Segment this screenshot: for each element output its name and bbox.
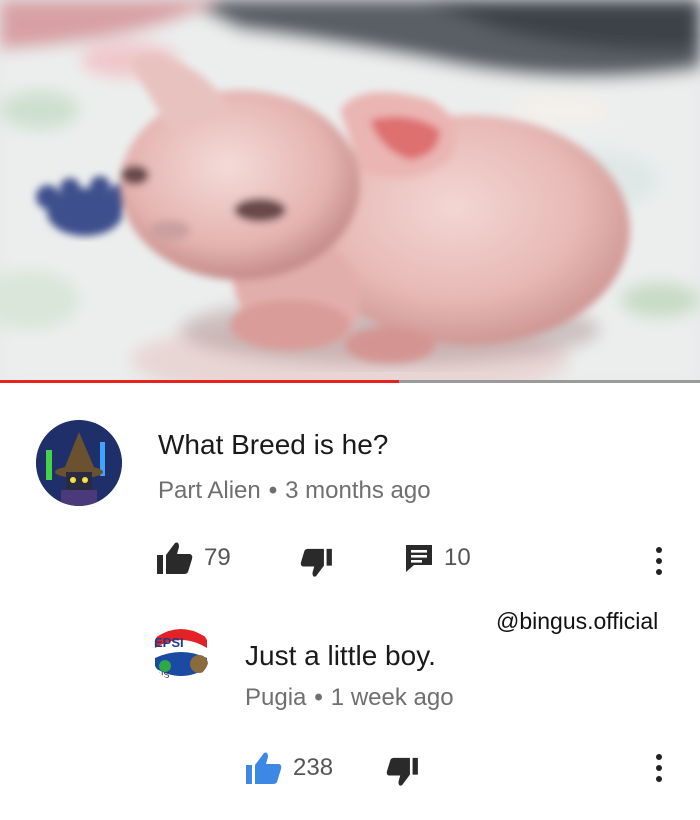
reply-author[interactable]: Pugia bbox=[245, 684, 306, 711]
pepsi-logo-avatar-icon[interactable]: EPSI OIS bbox=[152, 624, 210, 682]
like-button-active[interactable]: 238 bbox=[245, 751, 333, 785]
reply-like-count: 238 bbox=[293, 754, 334, 781]
separator-dot: • bbox=[268, 477, 278, 504]
svg-text:EPSI: EPSI bbox=[154, 635, 184, 650]
comment-reply: EPSI OIS Just a little boy. Pugia • 1 week… bbox=[0, 600, 700, 820]
comment-author[interactable]: Part Alien bbox=[158, 477, 261, 504]
comment-thread: What Breed is he? Part Alien • 3 months ag… bbox=[0, 385, 700, 595]
video-progress-bar[interactable] bbox=[0, 380, 700, 383]
more-options-icon[interactable] bbox=[652, 547, 666, 581]
reply-button[interactable]: 10 bbox=[404, 543, 471, 573]
progress-played bbox=[0, 380, 399, 383]
dislike-button[interactable] bbox=[385, 757, 419, 787]
dislike-button[interactable] bbox=[299, 548, 333, 578]
reply-count: 10 bbox=[444, 544, 471, 571]
like-count: 79 bbox=[204, 544, 231, 571]
reply-icon bbox=[406, 545, 432, 572]
reply-time: 1 week ago bbox=[330, 684, 454, 711]
thumbs-down-icon bbox=[300, 548, 332, 577]
video-frame[interactable] bbox=[0, 0, 700, 383]
thumbs-up-icon bbox=[157, 542, 193, 574]
comment-text: What Breed is he? bbox=[158, 429, 389, 460]
like-button[interactable]: 79 bbox=[156, 541, 231, 575]
reply-text: Just a little boy. bbox=[245, 640, 436, 671]
hairless-kitten-image bbox=[0, 0, 700, 383]
thumbs-up-active-icon bbox=[246, 752, 282, 784]
more-options-icon[interactable] bbox=[652, 754, 666, 788]
reply-meta: Pugia • 1 week ago bbox=[245, 684, 454, 712]
separator-dot: • bbox=[314, 684, 323, 711]
wizard-avatar-icon[interactable] bbox=[36, 420, 122, 506]
comment-meta: Part Alien • 3 months ago bbox=[158, 477, 431, 505]
comment-time: 3 months ago bbox=[285, 477, 431, 504]
thumbs-down-icon bbox=[386, 757, 418, 786]
